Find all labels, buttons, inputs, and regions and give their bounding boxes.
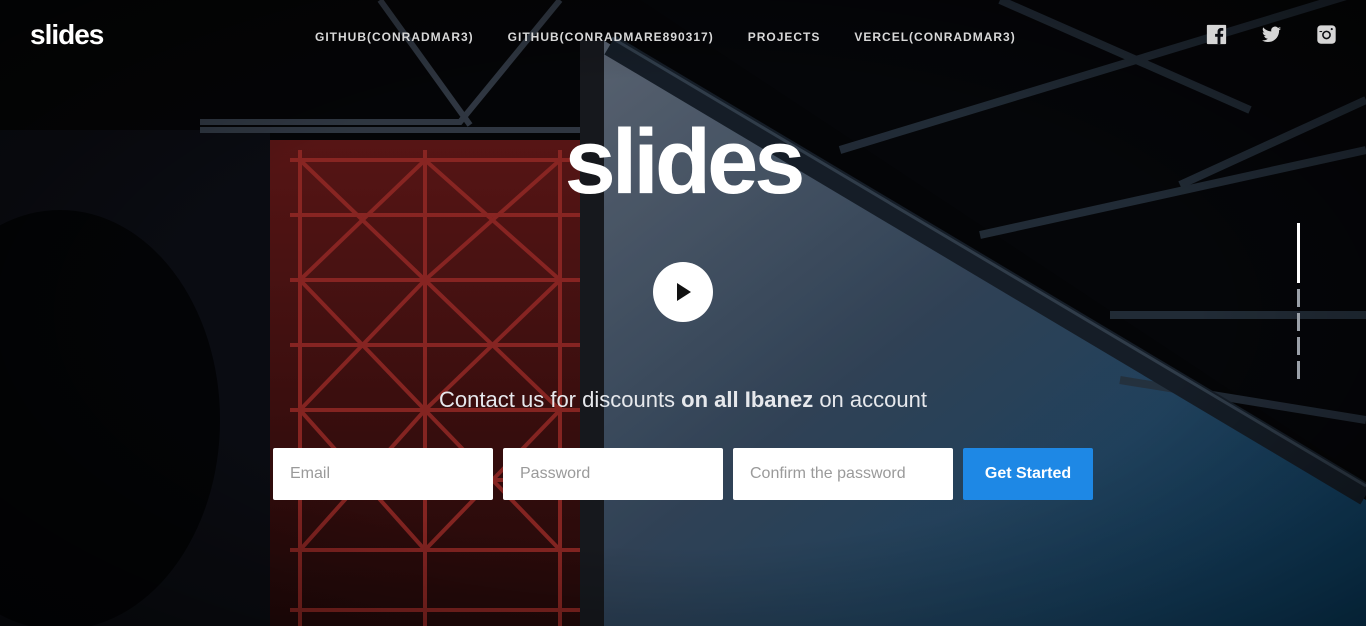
instagram-icon[interactable] (1316, 24, 1337, 45)
hero-section: slides GITHUB(CONRADMAR3) GITHUB(CONRADM… (0, 0, 1366, 626)
email-input[interactable] (273, 448, 493, 500)
tagline-text: Contact us for discounts (439, 387, 682, 412)
social-links (1206, 24, 1337, 45)
get-started-button[interactable]: Get Started (963, 448, 1093, 500)
confirm-password-input[interactable] (733, 448, 953, 500)
nav-item-github-conradmare890317[interactable]: GITHUB(CONRADMARE890317) (508, 29, 714, 45)
facebook-icon[interactable] (1206, 24, 1227, 45)
slide-indicator-segment[interactable] (1297, 361, 1300, 379)
tagline-text-end: on account (813, 387, 927, 412)
brand-logo[interactable]: slides (30, 19, 104, 51)
hero-tagline: Contact us for discounts on all Ibanez o… (0, 386, 1366, 414)
slide-indicator (1297, 223, 1300, 379)
nav-item-github-conradmar3[interactable]: GITHUB(CONRADMAR3) (315, 29, 474, 45)
signup-form: Get Started (273, 448, 1093, 500)
play-button[interactable] (653, 262, 713, 322)
twitter-icon[interactable] (1261, 24, 1282, 45)
nav-item-vercel-conradmar3[interactable]: VERCEL(CONRADMAR3) (854, 29, 1015, 45)
slide-indicator-segment[interactable] (1297, 223, 1300, 283)
hero-title: slides (564, 111, 806, 213)
slide-indicator-segment[interactable] (1297, 313, 1300, 331)
main-nav: GITHUB(CONRADMAR3) GITHUB(CONRADMARE8903… (315, 29, 1016, 45)
tagline-highlight: on all Ibanez (681, 387, 814, 412)
slide-indicator-segment[interactable] (1297, 289, 1300, 307)
slide-indicator-segment[interactable] (1297, 337, 1300, 355)
password-input[interactable] (503, 448, 723, 500)
nav-item-projects[interactable]: PROJECTS (748, 29, 821, 45)
play-icon (677, 283, 691, 301)
